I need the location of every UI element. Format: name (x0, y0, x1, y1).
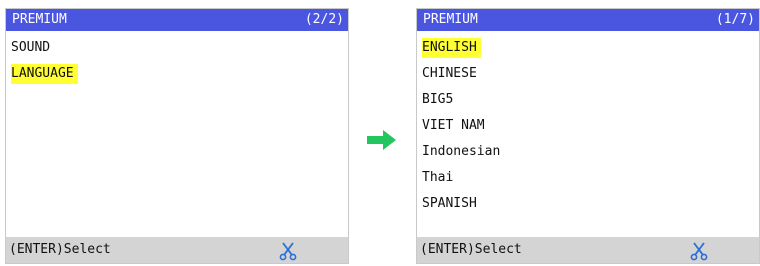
language-item-big5[interactable]: BIG5 (420, 87, 759, 113)
title-bar: PREMIUM (2/2) (6, 9, 348, 31)
language-label: SPANISH (422, 196, 477, 211)
right-arrow-icon (367, 130, 396, 150)
footer-bar: (ENTER)Select (6, 237, 348, 263)
scissors-icon[interactable] (689, 241, 709, 261)
language-list: ENGLISH CHINESE BIG5 VIET NAM Indonesian… (420, 35, 759, 217)
language-item-indonesian[interactable]: Indonesian (420, 139, 759, 165)
premium-menu-screen-left: PREMIUM (2/2) SOUND LANGUAGE (ENTER)Sele… (5, 8, 349, 264)
enter-select-hint: (ENTER)Select (9, 242, 111, 257)
menu-item-label: LANGUAGE (11, 64, 78, 84)
language-label: CHINESE (422, 66, 477, 81)
language-label: Indonesian (422, 144, 501, 159)
menu-title: PREMIUM (423, 12, 478, 27)
premium-menu-screen-right: PREMIUM (1/7) ENGLISH CHINESE BIG5 VIET … (416, 8, 760, 264)
footer-bar: (ENTER)Select (417, 237, 759, 263)
menu-item-sound[interactable]: SOUND (9, 35, 348, 61)
language-label: Thai (422, 170, 454, 185)
menu-title: PREMIUM (12, 12, 67, 27)
language-item-viet-nam[interactable]: VIET NAM (420, 113, 759, 139)
menu-item-label: SOUND (11, 40, 51, 55)
page-indicator: (1/7) (715, 12, 755, 27)
language-label: ENGLISH (422, 38, 481, 58)
language-label: VIET NAM (422, 118, 485, 133)
menu-item-language[interactable]: LANGUAGE (9, 61, 348, 87)
language-label: BIG5 (422, 92, 454, 107)
title-bar: PREMIUM (1/7) (417, 9, 759, 31)
language-item-chinese[interactable]: CHINESE (420, 61, 759, 87)
page-indicator: (2/2) (304, 12, 344, 27)
language-item-spanish[interactable]: SPANISH (420, 191, 759, 217)
scissors-icon[interactable] (278, 241, 298, 261)
language-item-english[interactable]: ENGLISH (420, 35, 759, 61)
language-item-thai[interactable]: Thai (420, 165, 759, 191)
enter-select-hint: (ENTER)Select (420, 242, 522, 257)
menu-list: SOUND LANGUAGE (9, 35, 348, 87)
